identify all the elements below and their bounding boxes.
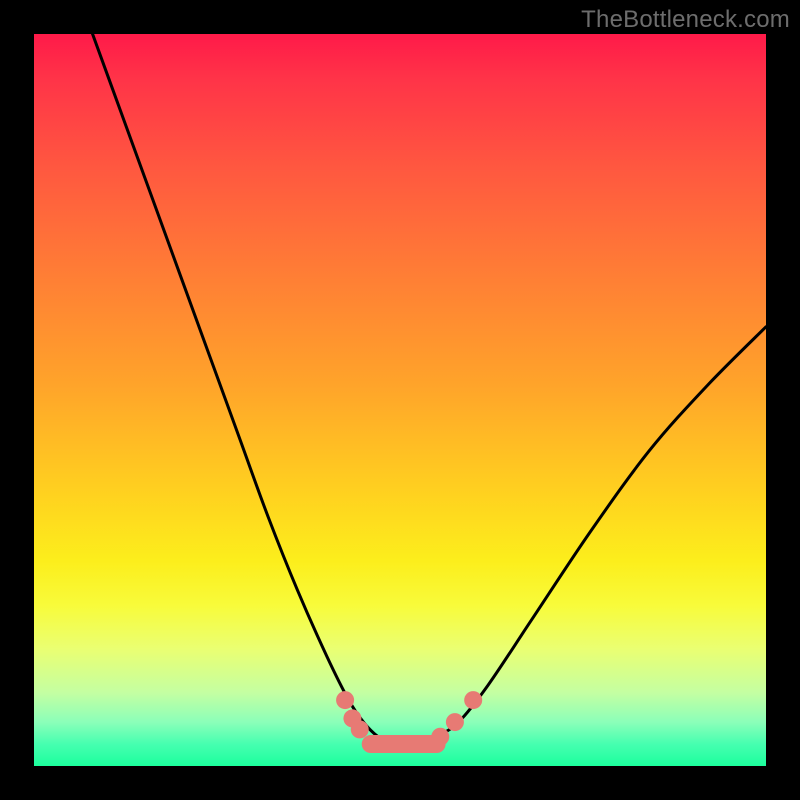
- highlight-dot: [446, 713, 464, 731]
- highlight-dot: [431, 728, 449, 746]
- highlight-dot: [376, 735, 394, 753]
- chart-svg: [34, 34, 766, 766]
- bottleneck-curve-line: [93, 34, 766, 745]
- highlight-dot: [351, 720, 369, 738]
- highlight-dot: [464, 691, 482, 709]
- highlight-dot: [406, 735, 424, 753]
- chart-plot-area: [34, 34, 766, 766]
- watermark-text: TheBottleneck.com: [581, 6, 790, 34]
- highlight-dot: [336, 691, 354, 709]
- chart-frame: TheBottleneck.com: [0, 0, 800, 800]
- highlight-dots-group: [336, 691, 482, 753]
